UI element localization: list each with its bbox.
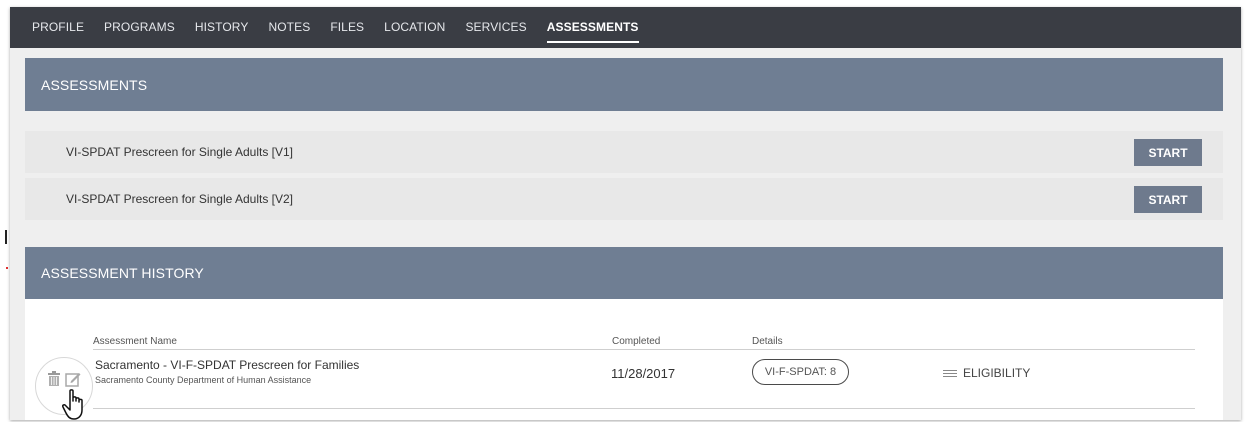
start-button[interactable]: START <box>1134 139 1202 166</box>
tab-assessments[interactable]: ASSESSMENTS <box>546 7 639 48</box>
trash-icon[interactable] <box>47 371 61 387</box>
client-record-panel: PROFILE PROGRAMS HISTORY NOTES FILES LOC… <box>10 7 1241 420</box>
header-divider <box>93 349 1195 350</box>
assessment-item: VI-SPDAT Prescreen for Single Adults [V1… <box>25 131 1223 173</box>
eligibility-label: ELIGIBILITY <box>963 366 1031 380</box>
history-agency-name: Sacramento County Department of Human As… <box>95 375 312 385</box>
tab-location[interactable]: LOCATION <box>384 7 445 48</box>
hand-pointer-icon <box>62 389 83 420</box>
column-header-completed: Completed <box>612 336 661 347</box>
assessments-header: ASSESSMENTS <box>25 58 1223 111</box>
tab-programs[interactable]: PROGRAMS <box>104 7 175 48</box>
assessments-title: ASSESSMENTS <box>41 76 148 93</box>
history-completed-date: 11/28/2017 <box>611 366 676 381</box>
assessment-history-title: ASSESSMENT HISTORY <box>41 265 204 281</box>
history-assessment-name: Sacramento - VI-F-SPDAT Prescreen for Fa… <box>95 358 360 372</box>
assessment-item-name: VI-SPDAT Prescreen for Single Adults [V1… <box>66 145 293 159</box>
score-badge[interactable]: VI-F-SPDAT: 8 <box>752 359 849 385</box>
tab-profile[interactable]: PROFILE <box>32 7 84 48</box>
edge-dot <box>6 267 8 269</box>
row-divider <box>93 408 1195 409</box>
column-header-name: Assessment Name <box>93 336 177 347</box>
edit-icon[interactable] <box>65 371 81 387</box>
start-button[interactable]: START <box>1134 186 1202 213</box>
eligibility-link[interactable]: ELIGIBILITY <box>943 366 1030 380</box>
assessment-history-header: ASSESSMENT HISTORY <box>25 247 1223 299</box>
list-icon <box>943 368 957 379</box>
assessment-item: VI-SPDAT Prescreen for Single Adults [V2… <box>25 178 1223 220</box>
assessment-history-panel: Assessment Name Completed Details Sacram… <box>25 299 1223 420</box>
column-header-details: Details <box>752 336 783 347</box>
assessment-item-name: VI-SPDAT Prescreen for Single Adults [V2… <box>66 192 293 206</box>
tab-notes[interactable]: NOTES <box>268 7 310 48</box>
tab-history[interactable]: HISTORY <box>195 7 249 48</box>
top-navigation: PROFILE PROGRAMS HISTORY NOTES FILES LOC… <box>10 7 1241 48</box>
tab-files[interactable]: FILES <box>330 7 364 48</box>
tab-services[interactable]: SERVICES <box>465 7 526 48</box>
edge-marker <box>5 230 7 244</box>
